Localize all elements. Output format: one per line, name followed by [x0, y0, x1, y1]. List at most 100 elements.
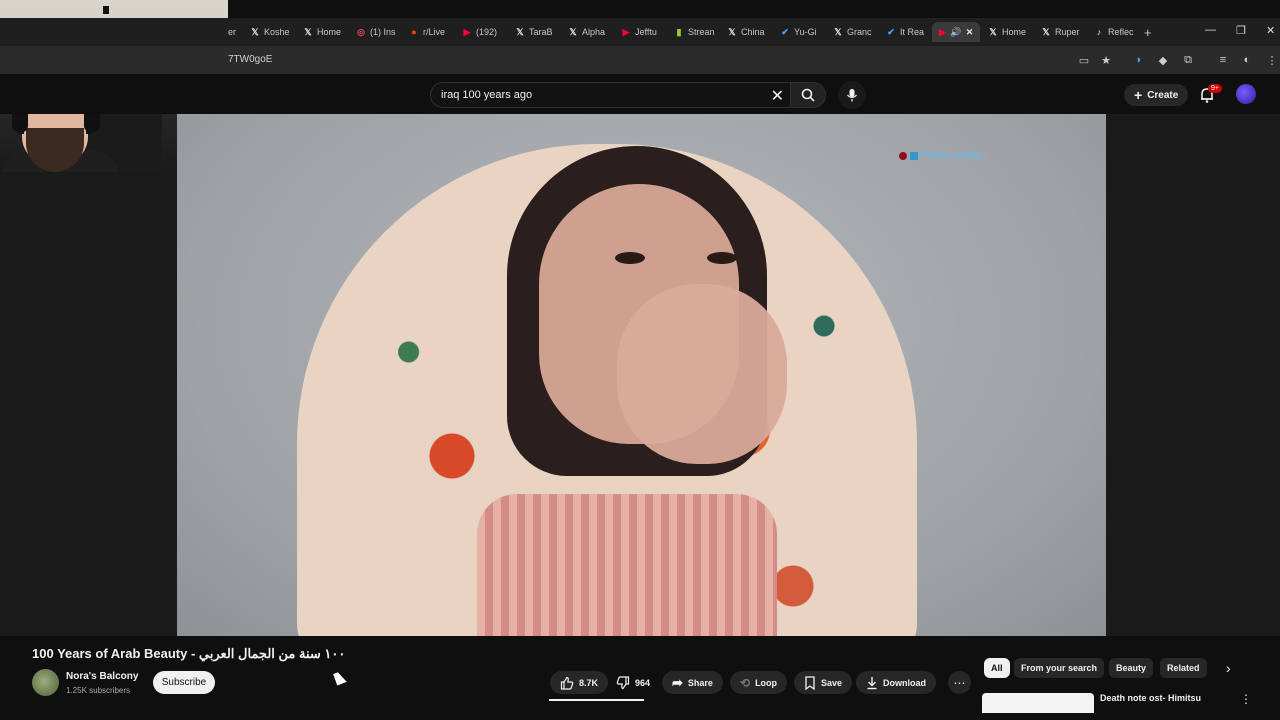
extension-icon[interactable]: ◗ — [1133, 54, 1145, 66]
channel-avatar[interactable] — [32, 669, 59, 696]
notification-badge: 9+ — [1208, 84, 1222, 93]
tab-15[interactable]: 𝕏 Home — [988, 22, 1026, 42]
subscribe-button[interactable]: Subscribe — [153, 671, 215, 694]
tab-label: China — [741, 27, 765, 37]
download-button[interactable]: Download — [856, 671, 936, 694]
search-button[interactable] — [790, 82, 826, 108]
profile-icon[interactable]: ◐ — [1241, 54, 1253, 66]
tab-label: (192) — [476, 27, 498, 37]
kebab-menu-icon[interactable]: ⋮ — [1266, 54, 1278, 67]
tab-label: r/Live — [423, 27, 446, 37]
video-title: 100 Years of Arab Beauty - ١٠٠ سنة من ال… — [32, 646, 346, 661]
eye-left — [615, 252, 645, 264]
create-button[interactable]: + Create — [1124, 84, 1189, 106]
cast-icon[interactable]: ▭ — [1078, 54, 1090, 67]
download-icon — [867, 676, 877, 689]
tab-17[interactable]: ♪ Reflec — [1094, 22, 1134, 42]
thumbs-down-icon — [616, 675, 630, 689]
pointing-hand — [617, 284, 787, 464]
tab-16[interactable]: 𝕏 Ruper — [1041, 22, 1080, 42]
tab-strip: er 𝕏 Koshe 𝕏 Home ◎ (1) Ins ● r/Live ▶ (192) … — [0, 18, 1280, 46]
close-icon[interactable]: ✕ — [965, 27, 974, 37]
tab-5[interactable]: ▶ (192) — [462, 22, 497, 42]
search-icon — [801, 88, 815, 102]
overlay-username: Freeze_Cube : — [921, 150, 988, 161]
recommendation-title[interactable]: Death note ost- Himitsu — [1100, 693, 1201, 703]
tab-3[interactable]: ◎ (1) Ins — [356, 22, 395, 42]
dislike-button[interactable]: 964 — [606, 671, 660, 694]
tab-0[interactable]: er — [228, 22, 236, 42]
x-logo-icon: 𝕏 — [516, 26, 524, 37]
tab-1[interactable]: 𝕏 Koshe — [250, 22, 290, 42]
tab-9[interactable]: ▮ Strean — [674, 22, 715, 42]
loop-button[interactable]: ⟲ Loop — [730, 671, 788, 694]
tab-12[interactable]: 𝕏 Granc — [833, 22, 872, 42]
browser-toolbar: 7TW0goE ▭ ★ ◗ ◆ ⧉ ≡ ◐ ⋮ — [0, 46, 1280, 74]
embroidered-dress — [477, 494, 777, 636]
badge-icon — [910, 151, 918, 160]
tab-6[interactable]: 𝕏 TaraB — [515, 22, 553, 42]
check-icon: ✔ — [781, 26, 789, 37]
like-button[interactable]: 8.7K — [550, 671, 609, 694]
microphone-icon — [847, 89, 857, 102]
chart-icon: ▮ — [676, 26, 682, 37]
like-count: 8.7K — [579, 677, 599, 688]
recommendation-thumbnail[interactable] — [982, 693, 1094, 713]
dislike-count: 964 — [635, 677, 651, 688]
voice-search-button[interactable] — [838, 81, 866, 109]
x-logo-icon: 𝕏 — [989, 26, 997, 37]
tab-label: Jefftu — [635, 27, 657, 37]
more-actions-button[interactable]: ⋯ — [948, 671, 971, 694]
new-tab-button[interactable]: + — [1144, 22, 1152, 42]
restore-icon[interactable]: ❐ — [1236, 24, 1246, 37]
account-avatar[interactable] — [1236, 84, 1256, 104]
tab-label: Granc — [847, 27, 872, 37]
youtube-header: ✕ + Create 9+ — [0, 74, 1280, 114]
tab-10[interactable]: 𝕏 China — [727, 22, 765, 42]
chip-related[interactable]: Related — [1160, 658, 1207, 678]
ellipsis-icon: ⋯ — [953, 675, 966, 690]
youtube-icon: ▶ — [622, 26, 630, 37]
tab-label: Reflec — [1108, 27, 1134, 37]
media-icon[interactable]: ≡ — [1217, 54, 1229, 66]
channel-name[interactable]: Nora's Balcony — [66, 671, 138, 682]
chip-from-your-search[interactable]: From your search — [1014, 658, 1105, 678]
window-close-icon[interactable]: ✕ — [1266, 24, 1275, 37]
save-button[interactable]: Save — [794, 671, 853, 694]
tab-active[interactable]: ▶ 🔊 ✕ — [932, 22, 980, 42]
download-label: Download — [883, 677, 926, 688]
tab-7[interactable]: 𝕏 Alpha — [568, 22, 605, 42]
chip-all[interactable]: All — [984, 658, 1010, 678]
puzzle-icon[interactable]: ⧉ — [1182, 54, 1194, 66]
x-logo-icon: 𝕏 — [304, 26, 312, 37]
create-label: Create — [1147, 89, 1179, 101]
tab-label: TaraB — [529, 27, 553, 37]
tab-label: Koshe — [264, 27, 290, 37]
tab-label: It Rea — [900, 27, 925, 37]
tab-label: Ruper — [1055, 27, 1080, 37]
chevron-right-icon[interactable]: › — [1226, 660, 1231, 676]
tab-2[interactable]: 𝕏 Home — [303, 22, 341, 42]
chip-beauty[interactable]: Beauty — [1109, 658, 1154, 678]
kebab-menu-icon[interactable]: ⋮ — [1240, 692, 1252, 706]
x-logo-icon: 𝕏 — [251, 26, 259, 37]
reddit-icon: ● — [411, 27, 417, 37]
tab-4[interactable]: ● r/Live — [409, 22, 445, 42]
mouse-cursor — [333, 670, 347, 686]
share-button[interactable]: ➦ Share — [662, 671, 723, 694]
tab-13[interactable]: ✔ It Rea — [886, 22, 924, 42]
search-input[interactable] — [441, 89, 741, 101]
clear-search-icon[interactable]: ✕ — [771, 86, 784, 106]
tab-label: Strean — [688, 27, 715, 37]
eye-right — [707, 252, 737, 264]
tab-8[interactable]: ▶ Jefftu — [621, 22, 657, 42]
video-player[interactable]: Freeze_Cube : — [177, 114, 1106, 636]
tab-11[interactable]: ✔ Yu-Gi — [780, 22, 817, 42]
minimize-icon[interactable]: — — [1205, 24, 1216, 36]
extension-icon[interactable]: ◆ — [1157, 54, 1169, 67]
tab-label: Yu-Gi — [794, 27, 817, 37]
page-margin-left — [0, 172, 177, 636]
address-bar[interactable]: 7TW0goE — [228, 54, 272, 65]
thumbs-up-icon — [560, 676, 574, 690]
bookmark-star-icon[interactable]: ★ — [1100, 54, 1112, 67]
